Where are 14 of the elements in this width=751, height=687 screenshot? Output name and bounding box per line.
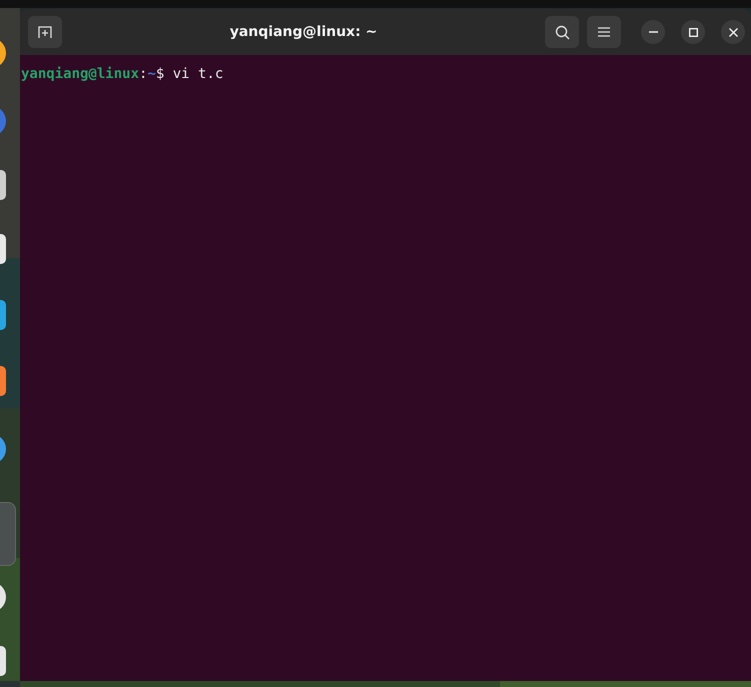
menu-button[interactable] — [587, 16, 621, 48]
search-icon — [554, 24, 570, 40]
close-button[interactable] — [721, 20, 745, 44]
close-icon — [728, 28, 738, 36]
new-tab-button[interactable] — [28, 16, 62, 48]
maximize-icon — [688, 28, 698, 36]
search-button[interactable] — [545, 16, 579, 48]
minimize-button[interactable] — [641, 20, 665, 44]
maximize-button[interactable] — [681, 20, 705, 44]
terminal-line: yanqiang@linux:~$ vi t.c — [21, 66, 224, 82]
window-title: yanqiang@linux: ~ — [228, 24, 378, 40]
minimize-icon — [648, 31, 658, 33]
new-tab-icon — [38, 26, 52, 38]
menu-icon — [598, 27, 610, 37]
